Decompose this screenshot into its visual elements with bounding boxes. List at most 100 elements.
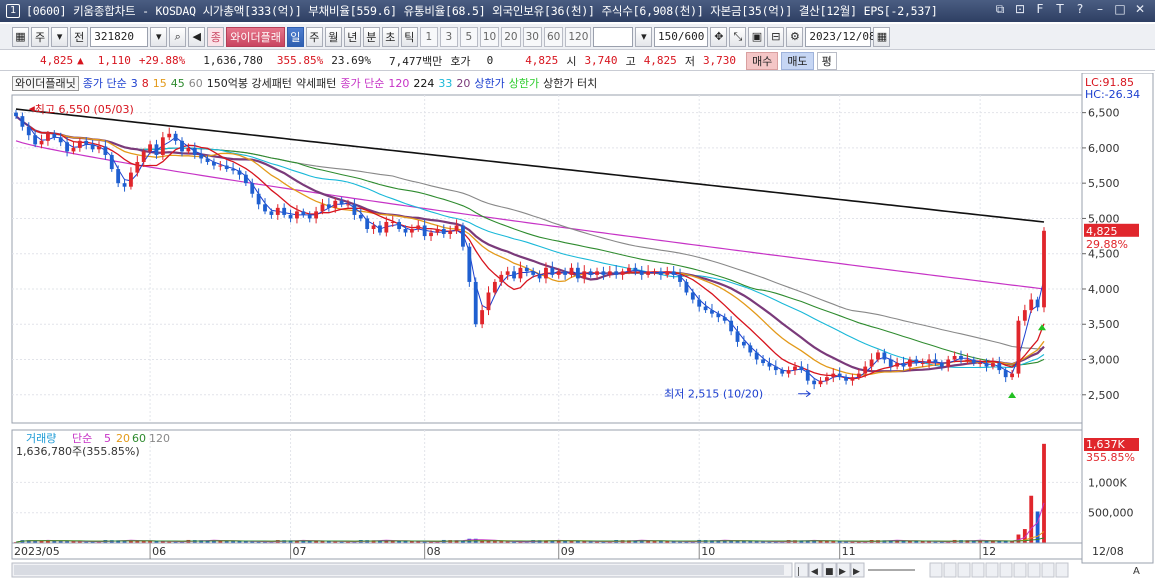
- candle: [946, 359, 951, 367]
- candle: [978, 363, 983, 365]
- x-tick-label: 09: [561, 545, 575, 558]
- open-label: 시: [566, 54, 577, 68]
- up-arrow-icon: ▲: [77, 54, 84, 67]
- ma-224: 224: [413, 76, 435, 90]
- low-label: 저: [684, 54, 695, 68]
- candle: [365, 218, 370, 230]
- candle: [371, 225, 376, 230]
- interval-10[interactable]: 10: [479, 26, 500, 47]
- code-dropdown-icon[interactable]: ▾: [150, 26, 168, 47]
- price-pane[interactable]: [11, 94, 1083, 424]
- bar-count-input[interactable]: 150/600: [654, 26, 709, 47]
- market-dropdown-icon[interactable]: ▾: [51, 26, 69, 47]
- tool-button[interactable]: [957, 562, 971, 578]
- tool-button[interactable]: [1041, 562, 1055, 578]
- stock-code-input[interactable]: 321820: [90, 26, 149, 47]
- vol-badge: 1,637K: [1086, 438, 1125, 451]
- search-icon[interactable]: ⌕: [169, 26, 187, 47]
- period-minute[interactable]: 분: [362, 26, 380, 47]
- candle: [544, 267, 548, 279]
- title-buttons: ⧉ ⊡ F T ? – □ ✕: [993, 2, 1147, 17]
- candle: [901, 363, 906, 367]
- candle: [678, 274, 682, 282]
- candle: [959, 355, 963, 360]
- save-icon[interactable]: ⊟: [767, 26, 785, 47]
- period-month[interactable]: 월: [324, 26, 342, 47]
- brand-chip[interactable]: 종: [207, 26, 225, 47]
- tool-button[interactable]: [929, 562, 943, 578]
- tool-button[interactable]: [1055, 562, 1069, 578]
- date-input[interactable]: 2023/12/08: [805, 26, 876, 47]
- candle: [524, 267, 529, 272]
- candle: [773, 366, 778, 371]
- period-tick[interactable]: 틱: [400, 26, 418, 47]
- menu-icon[interactable]: ▦: [12, 26, 29, 47]
- text-icon[interactable]: T: [1053, 2, 1067, 17]
- price-chart[interactable]: 6,5006,0005,5005,0004,5004,0003,5003,000…: [0, 73, 1155, 587]
- candle: [876, 352, 880, 360]
- candle: [326, 204, 331, 208]
- candle: [397, 221, 402, 230]
- y-tick-label: 5,500: [1088, 177, 1120, 190]
- candle: [563, 271, 568, 275]
- candle: [588, 271, 593, 275]
- interval-1[interactable]: 1: [419, 26, 438, 47]
- tool-button[interactable]: [985, 562, 999, 578]
- minimize-icon[interactable]: –: [1093, 2, 1107, 17]
- calendar-icon[interactable]: ▦: [873, 26, 891, 47]
- tool-button[interactable]: [1013, 562, 1027, 578]
- candle: [933, 359, 938, 364]
- ma-20: 20: [456, 76, 471, 90]
- interval-60[interactable]: 60: [543, 26, 564, 47]
- interval-30[interactable]: 30: [522, 26, 542, 47]
- close-icon[interactable]: ✕: [1133, 2, 1147, 17]
- gear-icon[interactable]: ⚙: [786, 26, 804, 47]
- hoga-value: 0: [486, 54, 494, 67]
- help-icon[interactable]: ?: [1073, 2, 1087, 17]
- stock-chip[interactable]: 와이더플래닛: [12, 75, 79, 91]
- candle: [269, 211, 274, 215]
- volume-ratio: 355.85%: [276, 54, 324, 67]
- buy-button[interactable]: 매수: [746, 51, 779, 70]
- market-select[interactable]: 주: [31, 26, 50, 47]
- volume-pane[interactable]: [11, 429, 1083, 544]
- sound-icon[interactable]: ◀: [188, 26, 206, 47]
- ma-15: 15: [152, 76, 167, 90]
- interval-20[interactable]: 20: [501, 26, 521, 47]
- interval-dropdown-icon[interactable]: ▾: [635, 26, 653, 47]
- tool-button[interactable]: [1027, 562, 1041, 578]
- lock-icon[interactable]: ▣: [748, 26, 766, 47]
- period-day[interactable]: 일: [286, 26, 304, 47]
- interval-5[interactable]: 5: [459, 26, 478, 47]
- link-icon[interactable]: ⧉: [993, 2, 1007, 17]
- draw-tool-icon[interactable]: ⤡: [729, 26, 747, 47]
- font-icon[interactable]: F: [1033, 2, 1047, 17]
- stock-name[interactable]: 와이더플래: [226, 26, 285, 47]
- period-year[interactable]: 년: [343, 26, 361, 47]
- balance-button[interactable]: 평: [816, 51, 837, 70]
- maximize-icon[interactable]: □: [1113, 2, 1127, 17]
- interval-120[interactable]: 120: [565, 26, 592, 47]
- sell-button[interactable]: 매도: [781, 51, 814, 70]
- crosshair-icon[interactable]: ✥: [710, 26, 728, 47]
- hoga-label: 호가: [450, 54, 471, 68]
- x-tick-label: 11: [842, 545, 856, 558]
- candle: [831, 373, 836, 378]
- period-week[interactable]: 주: [305, 26, 323, 47]
- interval-input[interactable]: [593, 26, 634, 47]
- x-end-date-label: 12/08: [1092, 545, 1124, 558]
- candle: [646, 271, 651, 275]
- interval-3[interactable]: 3: [439, 26, 458, 47]
- tool-button[interactable]: [943, 562, 957, 578]
- tool-button[interactable]: [999, 562, 1013, 578]
- screen-icon[interactable]: ⊡: [1013, 2, 1027, 17]
- candle: [518, 267, 523, 279]
- candle: [1003, 370, 1008, 378]
- prefix-button[interactable]: 전: [70, 26, 89, 47]
- window-number[interactable]: 1: [6, 4, 20, 18]
- tool-button[interactable]: [971, 562, 985, 578]
- scrollbar-thumb[interactable]: [14, 565, 784, 575]
- vol-ma-60: 60: [132, 432, 146, 445]
- vol-ma-120: 120: [149, 432, 170, 445]
- period-second[interactable]: 초: [381, 26, 399, 47]
